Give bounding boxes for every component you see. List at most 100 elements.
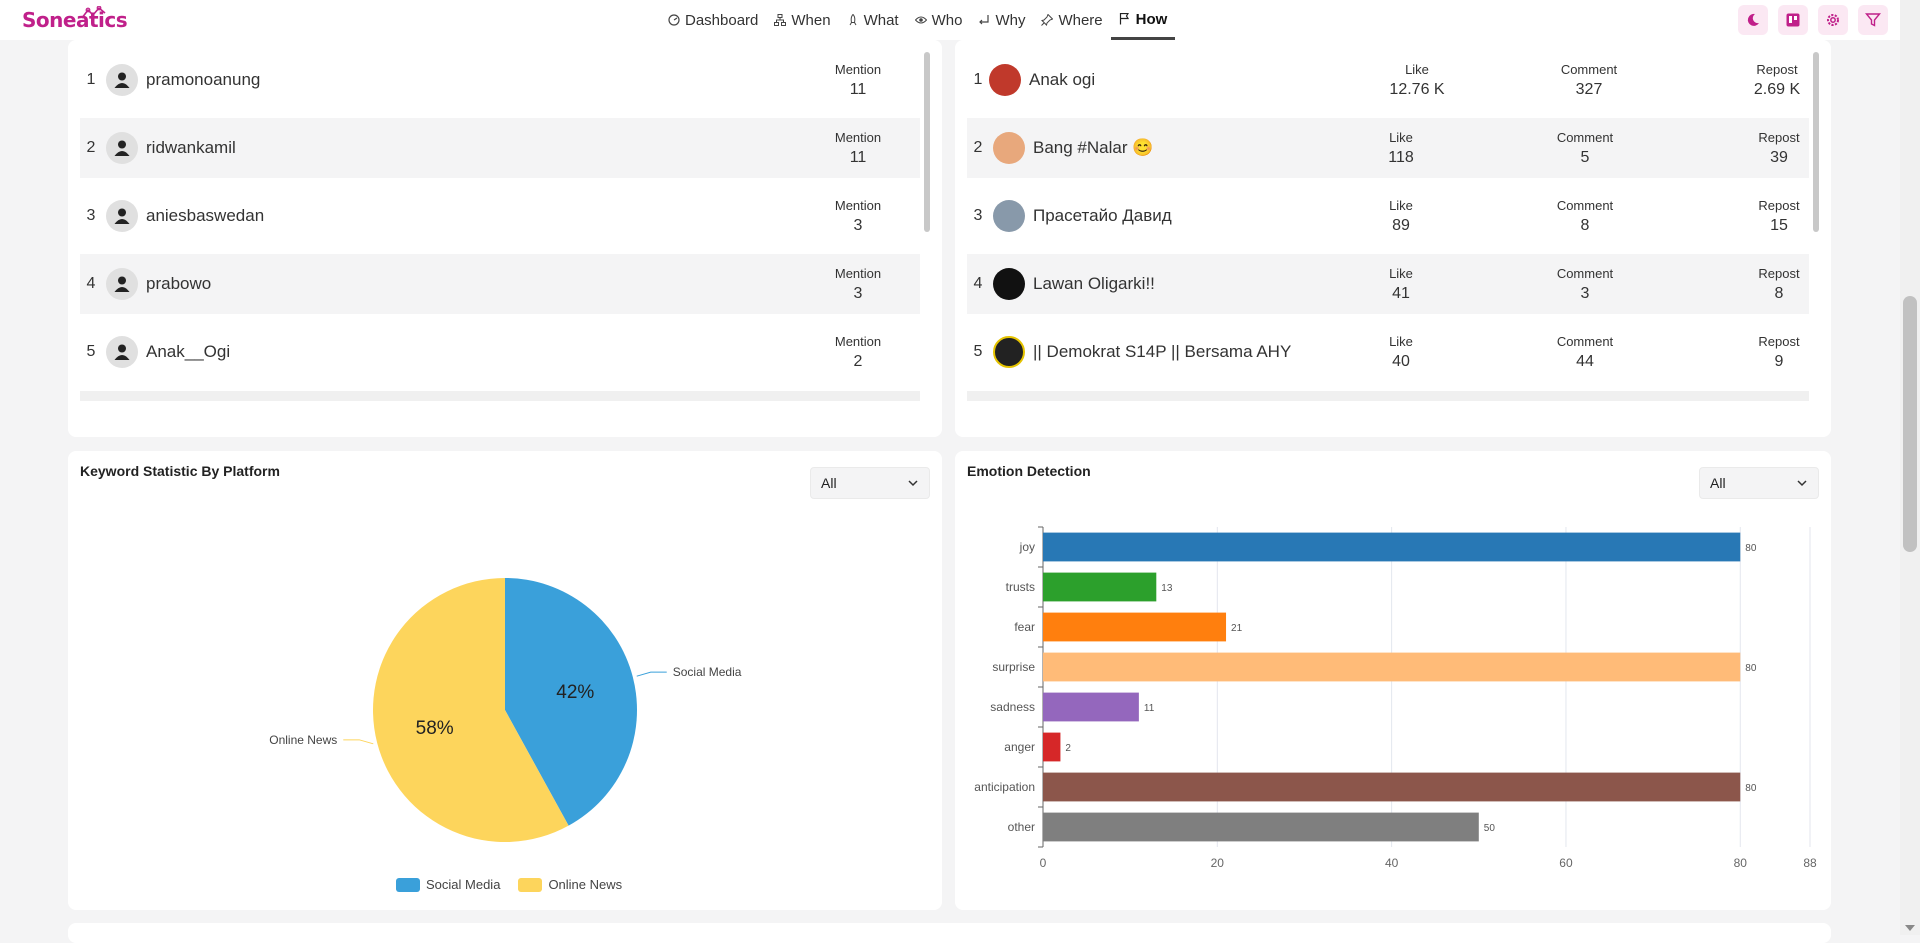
- metric-value: 89: [1392, 216, 1410, 234]
- eye-icon: [914, 16, 927, 24]
- scroll-down-arrow[interactable]: [1905, 925, 1915, 931]
- comment-metric: Comment 5: [1535, 130, 1635, 167]
- filter-button[interactable]: [1858, 5, 1888, 35]
- user-icon: [114, 208, 130, 224]
- legend-item[interactable]: Online News: [518, 877, 622, 892]
- pie-legend: Social Media Online News: [396, 877, 622, 892]
- x-tick-label: 20: [1211, 856, 1225, 870]
- nav-who-label: Who: [931, 11, 963, 29]
- nav-why[interactable]: Why: [970, 0, 1033, 40]
- list-footer-row: [967, 391, 1809, 401]
- list-scrollbar[interactable]: [924, 52, 930, 232]
- metric-label: Comment: [1560, 61, 1618, 77]
- nav-who[interactable]: Who: [907, 0, 971, 40]
- metric-value: 12.76 K: [1389, 80, 1445, 98]
- logo-wave-icon: [81, 6, 106, 19]
- nav-why-label: Why: [995, 11, 1026, 29]
- list-scrollbar[interactable]: [1813, 52, 1819, 232]
- avatar: [106, 64, 138, 96]
- mention-metric: Mention 3: [808, 266, 908, 303]
- filter-icon: [1865, 13, 1881, 27]
- engagement-list[interactable]: 1 Anak ogi Like 12.76 K Comment 327 Repost…: [967, 40, 1819, 403]
- metric-label: Like: [1389, 129, 1413, 145]
- bar-value-label: 21: [1231, 623, 1243, 634]
- list-item[interactable]: 1 Anak ogi Like 12.76 K Comment 327 Repost…: [967, 50, 1809, 110]
- board-button[interactable]: [1778, 5, 1808, 35]
- metric-value: 118: [1388, 148, 1414, 166]
- app-logo[interactable]: Soneatics: [22, 8, 128, 32]
- metric-value: 40: [1392, 352, 1410, 370]
- gear-icon: [1827, 14, 1839, 26]
- rocket-icon: [849, 14, 857, 26]
- emotion-bar[interactable]: [1043, 732, 1061, 762]
- gauge-icon: [668, 14, 680, 26]
- sitemap-icon: [774, 14, 787, 26]
- metric-value: 3: [853, 216, 863, 234]
- dark-mode-button[interactable]: [1738, 5, 1768, 35]
- user-name: pramonoanung: [146, 70, 261, 89]
- rank-number: 1: [86, 71, 96, 88]
- nav-where-label: Where: [1058, 11, 1103, 29]
- return-arrow-icon: [979, 15, 990, 25]
- rank-number: 3: [973, 207, 983, 224]
- legend-item[interactable]: Social Media: [396, 877, 500, 892]
- metric-value: 5: [1580, 148, 1590, 166]
- metric-label: Mention: [834, 61, 882, 77]
- legend-swatch: [396, 877, 420, 892]
- emotion-bar[interactable]: [1043, 532, 1741, 562]
- metric-value: 41: [1392, 284, 1410, 302]
- metric-label: Comment: [1556, 129, 1614, 145]
- metric-label: Comment: [1556, 265, 1614, 281]
- emotion-bar[interactable]: [1043, 812, 1479, 842]
- metric-value: 11: [849, 80, 867, 98]
- mention-list[interactable]: 1 pramonoanung Mention 11 2 ridwankamil M…: [80, 40, 930, 403]
- emotion-bar[interactable]: [1043, 572, 1157, 602]
- list-item[interactable]: 5 || Demokrat S14P || Bersama AHY Like 40…: [967, 322, 1809, 382]
- metric-value: 11: [849, 148, 867, 166]
- user-icon: [114, 72, 130, 88]
- main-nav: Dashboard When What Who Why Where How: [660, 0, 1176, 40]
- bar-value-label: 80: [1745, 663, 1757, 674]
- nav-when-label: When: [791, 11, 831, 29]
- comment-metric: Comment 44: [1535, 334, 1635, 371]
- nav-where[interactable]: Where: [1033, 0, 1110, 40]
- flag-icon: [1119, 12, 1129, 24]
- avatar: [993, 132, 1025, 164]
- page-scrollbar[interactable]: [1900, 0, 1920, 935]
- emotion-bar[interactable]: [1043, 772, 1741, 802]
- metric-label: Mention: [834, 197, 882, 213]
- nav-what[interactable]: What: [839, 0, 907, 40]
- x-tick-label: 88: [1803, 856, 1817, 870]
- page-scrollbar-thumb[interactable]: [1903, 296, 1917, 552]
- emotion-bar[interactable]: [1043, 612, 1227, 642]
- rank-number: 2: [86, 139, 96, 156]
- list-item[interactable]: 3 Прасетайо Давид Like 89 Comment 8 Repost…: [967, 186, 1809, 246]
- nav-when[interactable]: When: [766, 0, 838, 40]
- nav-dashboard[interactable]: Dashboard: [660, 0, 766, 40]
- avatar: [993, 268, 1025, 300]
- x-tick-label: 60: [1559, 856, 1573, 870]
- rank-number: 2: [973, 139, 983, 156]
- avatar: [106, 268, 138, 300]
- metric-label: Like: [1389, 197, 1413, 213]
- list-item[interactable]: 4 prabowo Mention 3: [80, 254, 920, 314]
- metric-value: 3: [853, 284, 863, 302]
- list-item[interactable]: 5 Anak__Ogi Mention 2: [80, 322, 920, 382]
- emotion-bar[interactable]: [1043, 652, 1741, 682]
- nav-how[interactable]: How: [1110, 0, 1176, 40]
- engagement-card: 1 Anak ogi Like 12.76 K Comment 327 Repost…: [955, 40, 1831, 437]
- metric-value: 2: [853, 352, 863, 370]
- list-item[interactable]: 4 Lawan Oligarki!! Like 41 Comment 3 Repos…: [967, 254, 1809, 314]
- repost-metric: Repost 39: [1729, 130, 1819, 167]
- list-item[interactable]: 3 aniesbaswedan Mention 3: [80, 186, 920, 246]
- metric-value: 2.69 K: [1753, 80, 1801, 98]
- toolbar-icons: [1738, 5, 1888, 35]
- list-item[interactable]: 1 pramonoanung Mention 11: [80, 50, 920, 110]
- comment-metric: Comment 3: [1535, 266, 1635, 303]
- avatar: [993, 200, 1025, 232]
- list-item[interactable]: 2 ridwankamil Mention 11: [80, 118, 920, 178]
- settings-button[interactable]: [1818, 5, 1848, 35]
- emotion-bar[interactable]: [1043, 692, 1139, 722]
- list-item[interactable]: 2 Bang #Nalar 😊 Like 118 Comment 5 Repost 3…: [967, 118, 1809, 178]
- bar-value-label: 80: [1745, 783, 1757, 794]
